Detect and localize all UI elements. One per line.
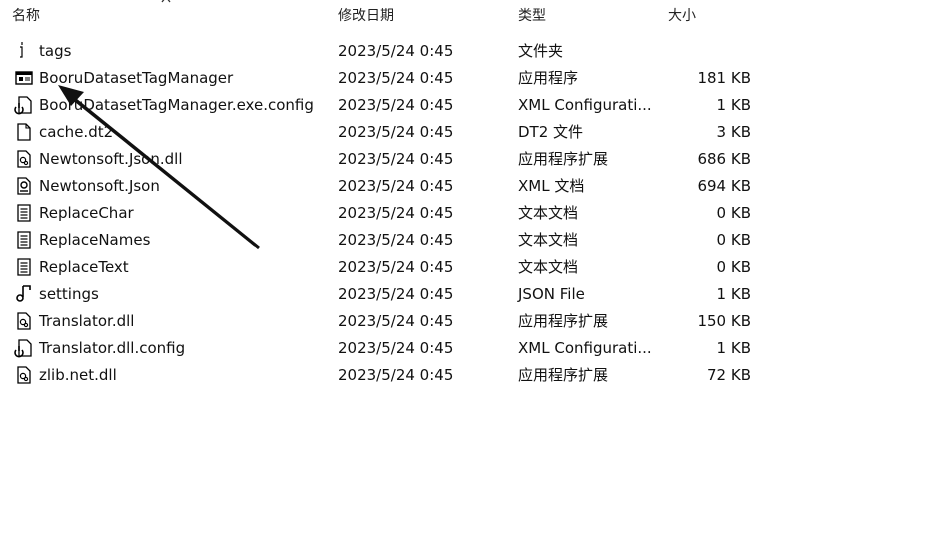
file-date: 2023/5/24 0:45	[338, 231, 454, 249]
file-size: 0 KB	[716, 231, 751, 249]
file-size: 0 KB	[716, 258, 751, 276]
file-date: 2023/5/24 0:45	[338, 123, 454, 141]
file-name: ReplaceChar	[39, 204, 134, 222]
file-size: 1 KB	[716, 285, 751, 303]
file-size: 72 KB	[707, 366, 751, 384]
file-date: 2023/5/24 0:45	[338, 312, 454, 330]
application-icon	[14, 68, 34, 88]
file-row[interactable]: BooruDatasetTagManager.exe.config 2023/5/…	[0, 92, 931, 119]
file-name: settings	[39, 285, 99, 303]
file-date: 2023/5/24 0:45	[338, 339, 454, 357]
file-size: 686 KB	[697, 150, 751, 168]
text-file-icon	[14, 203, 34, 223]
file-type: 文件夹	[518, 42, 564, 60]
file-row[interactable]: settings 2023/5/24 0:45 JSON File 1 KB	[0, 281, 931, 308]
file-row[interactable]: Translator.dll.config 2023/5/24 0:45 XML C…	[0, 335, 931, 362]
file-row[interactable]: ReplaceChar 2023/5/24 0:45 文本文档 0 KB	[0, 200, 931, 227]
file-name: tags	[39, 42, 72, 60]
file-row[interactable]: cache.dt2 2023/5/24 0:45 DT2 文件 3 KB	[0, 119, 931, 146]
file-date: 2023/5/24 0:45	[338, 366, 454, 384]
file-row[interactable]: tags 2023/5/24 0:45 文件夹	[0, 38, 931, 65]
file-size: 3 KB	[716, 123, 751, 141]
file-date: 2023/5/24 0:45	[338, 42, 454, 60]
file-size: 150 KB	[697, 312, 751, 330]
xml-file-icon	[14, 176, 34, 196]
text-file-icon	[14, 230, 34, 250]
column-header-date[interactable]: 修改日期	[338, 5, 394, 25]
text-file-icon	[14, 257, 34, 277]
file-size: 694 KB	[697, 177, 751, 195]
file-row[interactable]: ReplaceNames 2023/5/24 0:45 文本文档 0 KB	[0, 227, 931, 254]
file-date: 2023/5/24 0:45	[338, 258, 454, 276]
config-file-icon	[14, 95, 34, 115]
file-row[interactable]: zlib.net.dll 2023/5/24 0:45 应用程序扩展 72 KB	[0, 362, 931, 389]
file-size: 1 KB	[716, 96, 751, 114]
file-size: 181 KB	[697, 69, 751, 87]
folder-icon	[14, 41, 34, 61]
file-name: Translator.dll.config	[39, 339, 186, 357]
file-name: zlib.net.dll	[39, 366, 117, 384]
column-header-name[interactable]: 名称	[12, 5, 40, 25]
file-name: ReplaceNames	[39, 231, 151, 249]
file-size: 1 KB	[716, 339, 751, 357]
file-date: 2023/5/24 0:45	[338, 150, 454, 168]
blank-file-icon	[14, 122, 34, 142]
column-header-type[interactable]: 类型	[518, 5, 546, 25]
dll-file-icon	[14, 149, 34, 169]
file-row[interactable]: BooruDatasetTagManager 2023/5/24 0:45 应用程序…	[0, 65, 931, 92]
file-name: Translator.dll	[39, 312, 135, 330]
file-name: ReplaceText	[39, 258, 129, 276]
file-date: 2023/5/24 0:45	[338, 285, 454, 303]
file-row[interactable]: Newtonsoft.Json 2023/5/24 0:45 XML 文档 694 K…	[0, 173, 931, 200]
json-file-icon	[14, 284, 34, 304]
file-row[interactable]: Translator.dll 2023/5/24 0:45 应用程序扩展 150 KB	[0, 308, 931, 335]
column-header: 名称 修改日期 类型 大小	[0, 0, 931, 30]
column-header-size[interactable]: 大小	[668, 5, 696, 25]
file-date: 2023/5/24 0:45	[338, 177, 454, 195]
file-row[interactable]: ReplaceText 2023/5/24 0:45 文本文档 0 KB	[0, 254, 931, 281]
file-name: Newtonsoft.Json.dll	[39, 150, 183, 168]
file-name: BooruDatasetTagManager.exe.config	[39, 96, 314, 114]
file-name: Newtonsoft.Json	[39, 177, 160, 195]
file-name: BooruDatasetTagManager	[39, 69, 234, 87]
config-file-icon	[14, 338, 34, 358]
dll-file-icon	[14, 365, 34, 385]
file-date: 2023/5/24 0:45	[338, 204, 454, 222]
file-row[interactable]: Newtonsoft.Json.dll 2023/5/24 0:45 应用程序扩展 6…	[0, 146, 931, 173]
file-date: 2023/5/24 0:45	[338, 96, 454, 114]
dll-file-icon	[14, 311, 34, 331]
file-date: 2023/5/24 0:45	[338, 69, 454, 87]
file-name: cache.dt2	[39, 123, 114, 141]
sort-up-icon	[161, 0, 171, 3]
file-size: 0 KB	[716, 204, 751, 222]
